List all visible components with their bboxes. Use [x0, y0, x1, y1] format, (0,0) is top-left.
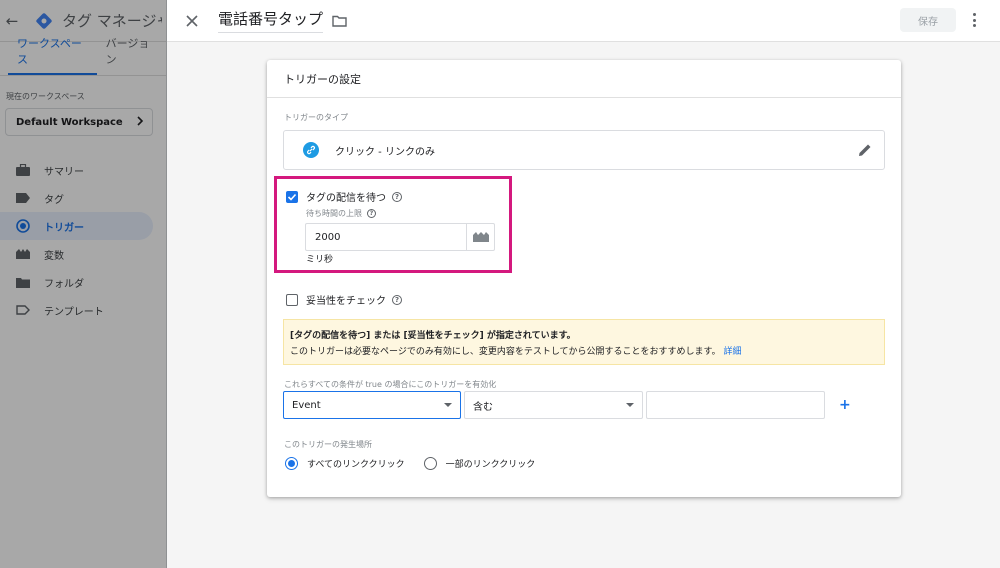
help-icon[interactable]: ?	[367, 209, 376, 218]
condition-operator-value: 含む	[473, 401, 493, 413]
trigger-type-name: クリック - リンクのみ	[335, 146, 435, 158]
more-vert-icon[interactable]	[970, 13, 978, 27]
card-title: トリガーの設定	[267, 60, 901, 98]
modal-overlay[interactable]	[0, 0, 167, 568]
radio-all-clicks[interactable]	[285, 457, 298, 470]
save-button[interactable]: 保存	[900, 8, 956, 32]
radio-label: すべてのリンククリック	[307, 460, 405, 470]
condition-operator-select[interactable]: 含む	[464, 391, 643, 419]
trigger-editor-panel: 電話番号タップ 保存 トリガーの設定 トリガーのタイプ クリック - リンクのみ…	[167, 0, 1000, 568]
link-icon	[303, 142, 319, 158]
trigger-config-card: トリガーの設定 トリガーのタイプ クリック - リンクのみ タグの配信を待つ ?…	[267, 60, 901, 497]
fire-on-some-option[interactable]: 一部のリンククリック	[423, 457, 536, 470]
check-validation-checkbox[interactable]	[286, 293, 298, 306]
max-wait-unit: ミリ秒	[306, 255, 334, 265]
dropdown-caret-icon	[626, 403, 634, 407]
radio-some-clicks[interactable]	[423, 457, 437, 470]
fire-on-options: すべてのリンククリック 一部のリンククリック	[285, 457, 554, 470]
condition-row: Event 含む +	[283, 391, 851, 419]
wait-for-tags-checkbox[interactable]	[286, 190, 298, 203]
editor-header: 電話番号タップ 保存	[167, 0, 1000, 42]
trigger-name-field[interactable]: 電話番号タップ	[218, 8, 324, 33]
radio-label: 一部のリンククリック	[445, 460, 536, 470]
condition-value-input[interactable]	[646, 391, 825, 419]
max-wait-value: 2000	[315, 231, 341, 243]
notice-title: [タグの配信を待つ] または [妥当性をチェック] が指定されています。	[290, 331, 576, 341]
trigger-type-label: トリガーのタイプ	[284, 113, 348, 122]
help-icon[interactable]: ?	[392, 191, 402, 202]
variable-picker-icon[interactable]	[466, 224, 494, 250]
trigger-type-selector[interactable]: クリック - リンクのみ	[283, 130, 885, 170]
help-icon[interactable]: ?	[392, 294, 402, 305]
max-wait-label: 待ち時間の上限	[306, 209, 362, 218]
condition-label: これらすべての条件が true の場合にこのトリガーを有効化	[284, 380, 497, 389]
condition-variable-select[interactable]: Event	[283, 391, 461, 419]
warning-notice: [タグの配信を待つ] または [妥当性をチェック] が指定されています。 このト…	[283, 319, 885, 365]
max-wait-row: 待ち時間の上限 ?	[306, 208, 376, 219]
folder-icon[interactable]	[332, 15, 347, 27]
notice-details-link[interactable]: 詳細	[724, 347, 742, 357]
notice-text: このトリガーは必要なページでのみ有効にし、変更内容をテストしてから公開することを…	[290, 347, 721, 357]
edit-pencil-icon[interactable]	[858, 143, 872, 157]
dropdown-caret-icon	[444, 403, 452, 407]
check-validation-row: 妥当性をチェック ?	[286, 292, 402, 307]
notice-body: このトリガーは必要なページでのみ有効にし、変更内容をテストしてから公開することを…	[290, 344, 884, 360]
fire-on-label: このトリガーの発生場所	[284, 440, 372, 449]
fire-on-all-option[interactable]: すべてのリンククリック	[285, 457, 405, 470]
close-icon[interactable]	[185, 14, 199, 28]
wait-for-tags-label: タグの配信を待つ	[306, 193, 386, 204]
check-validation-label: 妥当性をチェック	[306, 296, 386, 307]
max-wait-input[interactable]: 2000	[305, 223, 495, 251]
wait-for-tags-row: タグの配信を待つ ?	[286, 189, 402, 204]
add-condition-button[interactable]: +	[839, 397, 851, 413]
condition-variable-value: Event	[292, 399, 321, 411]
